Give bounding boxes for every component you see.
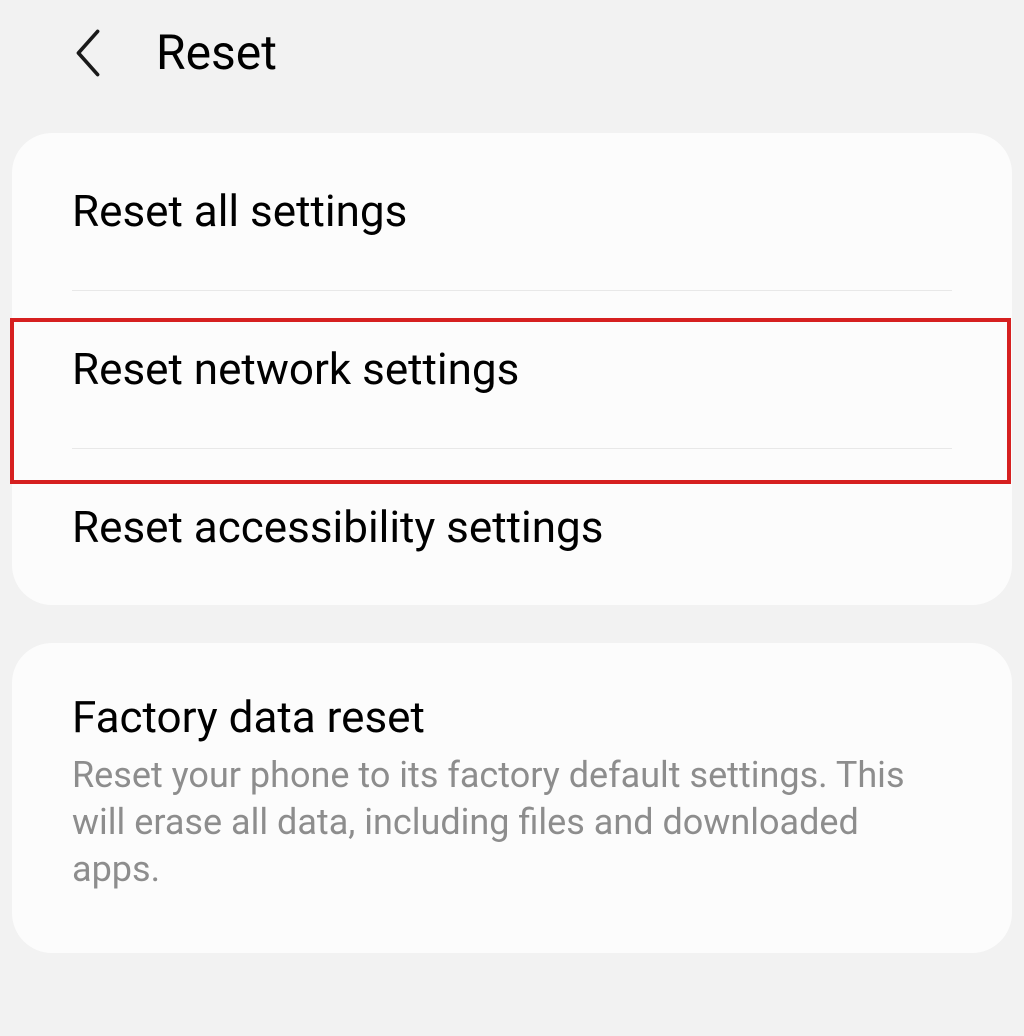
list-item-label: Reset accessibility settings [72,501,952,554]
page-title: Reset [156,24,277,81]
list-item-label: Factory data reset [72,691,952,744]
list-item-label: Reset network settings [72,343,952,396]
back-icon[interactable] [70,27,106,79]
factory-data-reset-item[interactable]: Factory data reset Reset your phone to i… [12,643,1012,952]
reset-options-card: Reset all settings Reset network setting… [12,133,1012,605]
page-header: Reset [0,0,1024,105]
list-item-subtitle: Reset your phone to its factory default … [72,752,952,892]
reset-accessibility-settings-item[interactable]: Reset accessibility settings [12,449,1012,606]
reset-network-settings-item[interactable]: Reset network settings [12,291,1012,448]
reset-all-settings-item[interactable]: Reset all settings [12,133,1012,290]
list-item-label: Reset all settings [72,185,952,238]
factory-reset-card: Factory data reset Reset your phone to i… [12,643,1012,952]
